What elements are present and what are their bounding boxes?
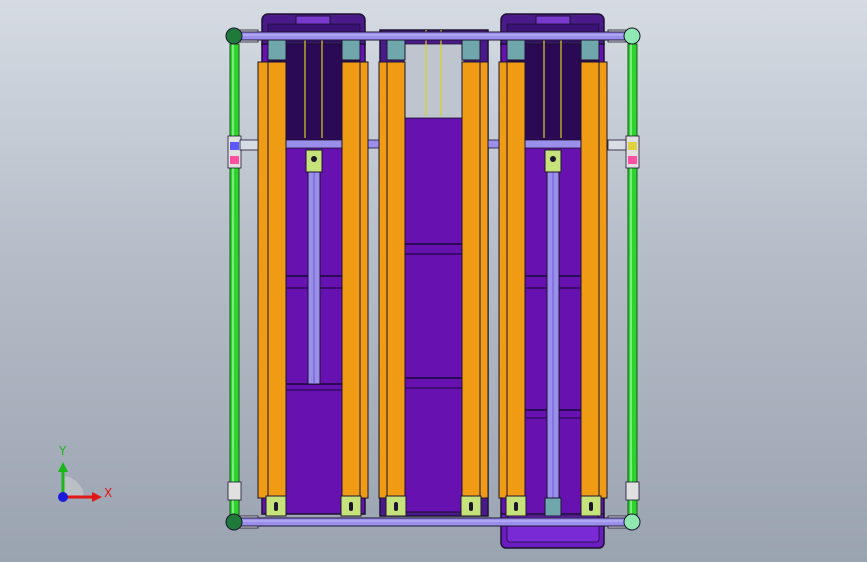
- assembly-top-view: [225, 13, 641, 549]
- y-axis-label: Y: [58, 444, 67, 458]
- top-crossbar: [233, 31, 633, 41]
- bottom-crossbar: [233, 517, 633, 527]
- x-axis-label: X: [104, 486, 112, 500]
- z-axis-dot: [58, 492, 68, 502]
- slide-rail-left: [305, 149, 323, 385]
- orientation-triad: X Y: [58, 444, 112, 502]
- cad-viewport[interactable]: X Y: [0, 0, 867, 562]
- green-side-tube-left: [227, 43, 242, 517]
- slide-rail-right: [544, 149, 562, 517]
- green-side-tube-right: [625, 43, 640, 517]
